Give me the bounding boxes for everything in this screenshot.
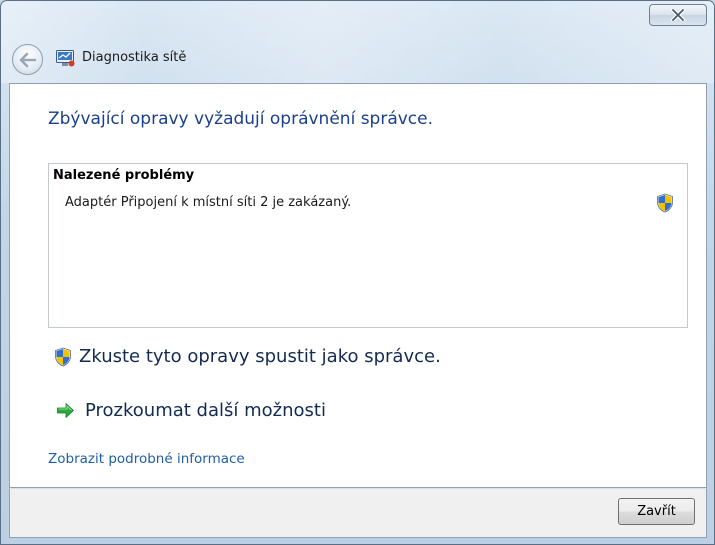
run-as-admin-link[interactable]: Zkuste tyto opravy spustit jako správce. <box>54 346 441 367</box>
network-diagnostics-icon <box>56 50 75 67</box>
run-as-admin-label: Zkuste tyto opravy spustit jako správce. <box>79 346 441 367</box>
explore-options-label: Prozkoumat další možnosti <box>85 400 326 421</box>
explore-options-link[interactable]: Prozkoumat další možnosti <box>56 400 326 421</box>
content-pane: Zbývající opravy vyžadují oprávnění sprá… <box>9 83 707 488</box>
show-details-link[interactable]: Zobrazit podrobné informace <box>48 451 245 467</box>
uac-shield-icon <box>55 347 71 366</box>
dialog-footer: Zavřít <box>9 488 707 538</box>
back-arrow-icon <box>19 52 36 67</box>
window-close-button[interactable] <box>649 4 707 26</box>
window-title: Diagnostika sítě <box>82 50 187 65</box>
diagnostics-window: Diagnostika sítě Zbývající opravy vyžadu… <box>0 0 715 545</box>
close-button[interactable]: Zavřít <box>618 498 695 525</box>
problems-list: Nalezené problémy Adaptér Připojení k mí… <box>48 163 688 328</box>
problem-item-text: Adaptér Připojení k místní síti 2 je zak… <box>65 195 352 210</box>
back-button[interactable] <box>12 44 43 75</box>
close-icon <box>671 9 685 21</box>
uac-shield-icon <box>657 193 673 213</box>
page-heading: Zbývající opravy vyžadují oprávnění sprá… <box>48 109 434 129</box>
title-bar-glass <box>1 1 714 83</box>
green-arrow-icon <box>57 403 74 418</box>
problems-header: Nalezené problémy <box>53 168 195 183</box>
